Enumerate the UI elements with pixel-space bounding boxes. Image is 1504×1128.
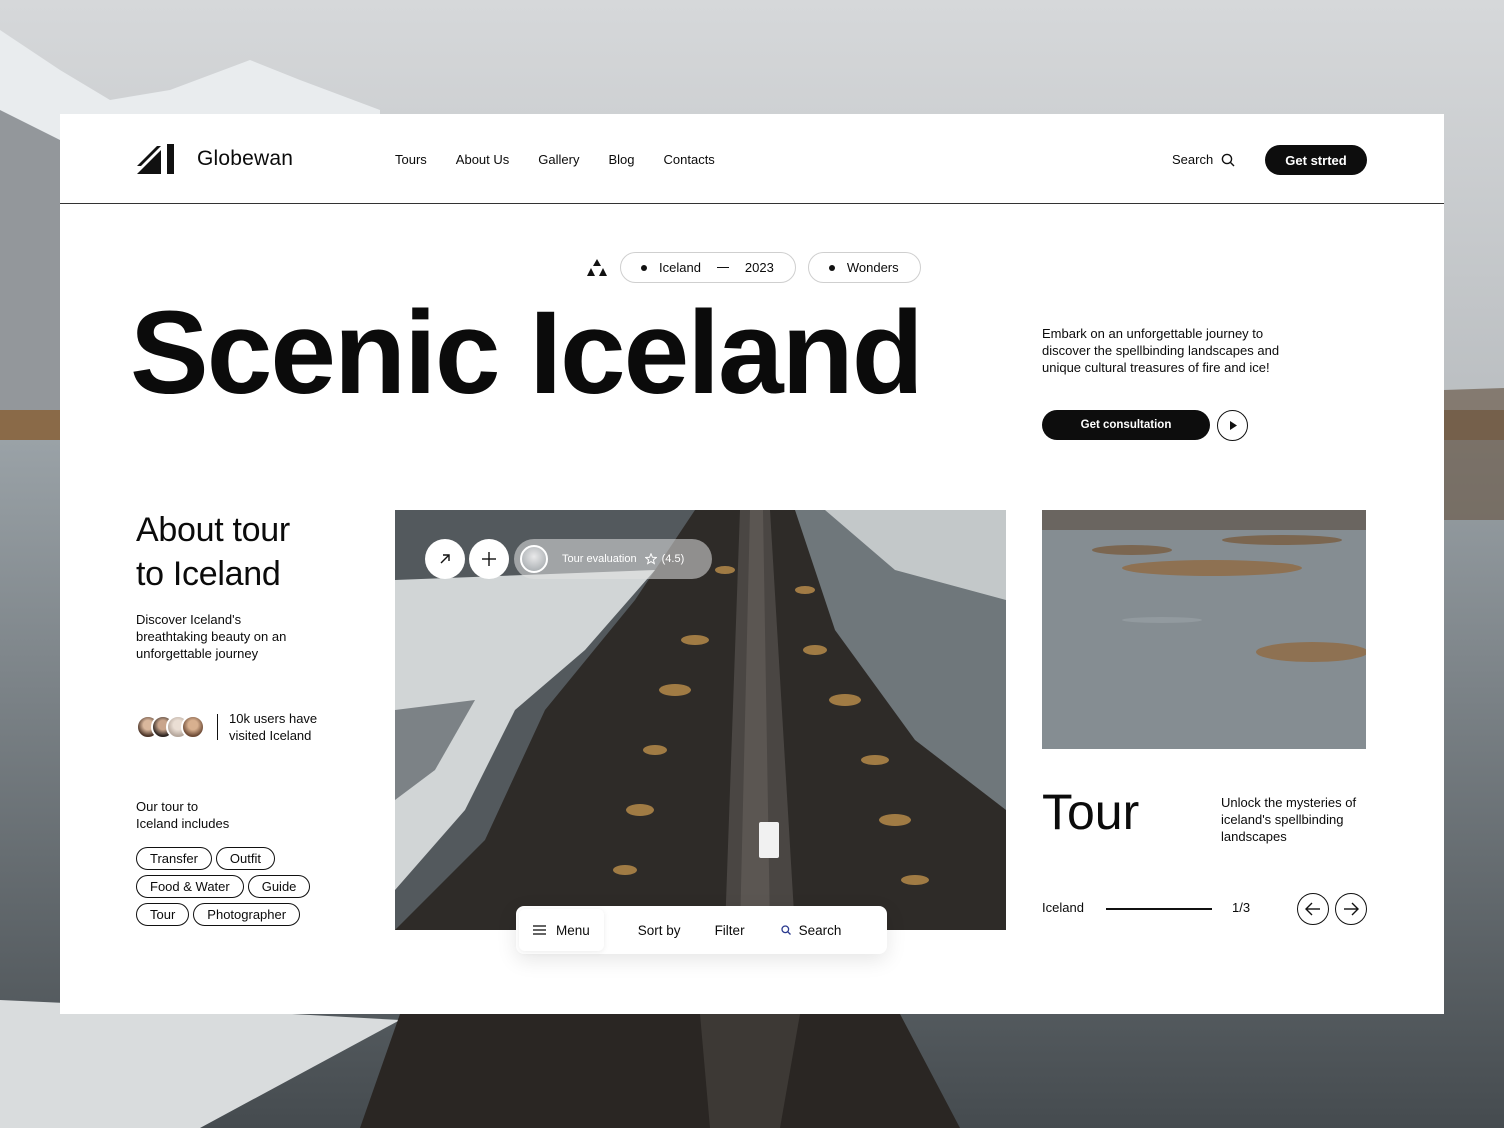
about-description: Discover Iceland's breathtaking beauty o… xyxy=(136,612,287,661)
includes-heading: Our tour to Iceland includes xyxy=(136,798,229,832)
chip-tour[interactable]: Tour xyxy=(136,903,190,926)
main-menu: Tours About Us Gallery Blog Contacts xyxy=(395,152,715,167)
nav-search-label: Search xyxy=(1172,152,1214,167)
about-title: About tour to Iceland xyxy=(136,508,290,596)
evaluation-rating: (4.5) xyxy=(661,553,685,565)
chip-photographer[interactable]: Photographer xyxy=(193,903,301,926)
avatar xyxy=(181,715,205,739)
arrow-right-icon xyxy=(1344,902,1359,916)
nav-search[interactable]: Search xyxy=(1172,152,1235,167)
tag-year: 2023 xyxy=(744,260,774,275)
evaluation-thumbnail xyxy=(520,545,548,573)
chip-outfit[interactable]: Outfit xyxy=(215,847,275,870)
star-icon xyxy=(644,553,657,565)
nav-item-about-us[interactable]: About Us xyxy=(456,152,509,167)
tag-row: Iceland 2023 Wonders xyxy=(586,252,921,283)
globewan-logo-icon xyxy=(137,144,174,174)
users-line1: 10k users have xyxy=(229,711,318,726)
bullet-dot xyxy=(641,264,647,271)
get-started-button[interactable]: Get strted xyxy=(1265,145,1367,175)
bullet-dot xyxy=(828,264,835,271)
previous-slide-button[interactable] xyxy=(1297,893,1329,925)
about-title-line1: About tour xyxy=(136,511,290,549)
toolbar-search-button[interactable]: Search xyxy=(780,922,842,938)
avatar-stack xyxy=(136,715,205,739)
floating-toolbar: Menu Sort by Filter Search xyxy=(516,906,887,954)
location-year-tag[interactable]: Iceland 2023 xyxy=(620,252,796,283)
arrow-left-icon xyxy=(1305,902,1320,916)
tour-evaluation-pill[interactable]: Tour evaluation (4.5) xyxy=(514,539,712,579)
dash-separator xyxy=(716,267,729,268)
main-card: Globewan Tours About Us Gallery Blog Con… xyxy=(60,114,1444,1014)
theme-tag[interactable]: Wonders xyxy=(807,252,921,283)
menu-label: Menu xyxy=(556,922,590,938)
play-video-button[interactable] xyxy=(1217,410,1248,441)
tag-location: Iceland xyxy=(659,260,701,275)
chip-food-water[interactable]: Food & Water xyxy=(136,875,244,898)
nav-item-tours[interactable]: Tours xyxy=(395,152,427,167)
lake-islands-image xyxy=(1042,510,1366,749)
side-tour-photo[interactable] xyxy=(1042,510,1366,749)
brand-name: Globewan xyxy=(197,147,294,170)
sort-by-button[interactable]: Sort by xyxy=(638,923,681,938)
get-consultation-button[interactable]: Get consultation xyxy=(1042,410,1210,440)
nav-item-contacts[interactable]: Contacts xyxy=(664,152,715,167)
play-icon xyxy=(1229,421,1237,430)
chip-transfer[interactable]: Transfer xyxy=(136,847,212,870)
next-slide-button[interactable] xyxy=(1335,893,1367,925)
search-icon xyxy=(780,925,791,935)
tour-description: Unlock the mysteries of iceland's spellb… xyxy=(1221,795,1357,844)
slider-progress-line xyxy=(1106,908,1212,910)
open-photo-button[interactable] xyxy=(425,539,465,579)
toolbar-search-label: Search xyxy=(798,922,842,938)
slide-counter: 1/3 xyxy=(1232,900,1251,915)
add-button[interactable] xyxy=(469,539,509,579)
users-count-text: 10k users have visited Iceland xyxy=(229,710,317,744)
users-visited: 10k users have visited Iceland xyxy=(136,710,317,744)
hero-description: Embark on an unforgettable journey to di… xyxy=(1042,326,1280,375)
tag-theme: Wonders xyxy=(846,260,899,275)
chip-guide[interactable]: Guide xyxy=(247,875,311,898)
divider xyxy=(217,714,218,740)
nav-item-blog[interactable]: Blog xyxy=(608,152,634,167)
filter-button[interactable]: Filter xyxy=(715,923,745,938)
arrow-up-right-icon xyxy=(440,554,450,564)
includes-line2: Iceland includes xyxy=(136,816,230,831)
about-title-line2: to Iceland xyxy=(136,555,281,593)
tour-title: Tour xyxy=(1042,784,1140,840)
plus-icon xyxy=(482,552,496,566)
search-icon xyxy=(1221,153,1235,166)
slider-location: Iceland xyxy=(1042,900,1084,915)
hamburger-icon xyxy=(533,925,546,935)
hero-title: Scenic Iceland xyxy=(130,287,924,419)
includes-line1: Our tour to xyxy=(136,799,199,814)
nav-item-gallery[interactable]: Gallery xyxy=(538,152,579,167)
menu-button[interactable]: Menu xyxy=(519,909,604,951)
triangle-cluster-icon xyxy=(587,258,607,276)
includes-chips: Transfer Outfit Food & Water Guide Tour … xyxy=(136,847,336,926)
evaluation-label: Tour evaluation xyxy=(562,553,637,565)
users-line2: visited Iceland xyxy=(229,728,312,743)
top-navbar: Globewan Tours About Us Gallery Blog Con… xyxy=(60,114,1444,204)
brand[interactable]: Globewan xyxy=(137,144,293,174)
